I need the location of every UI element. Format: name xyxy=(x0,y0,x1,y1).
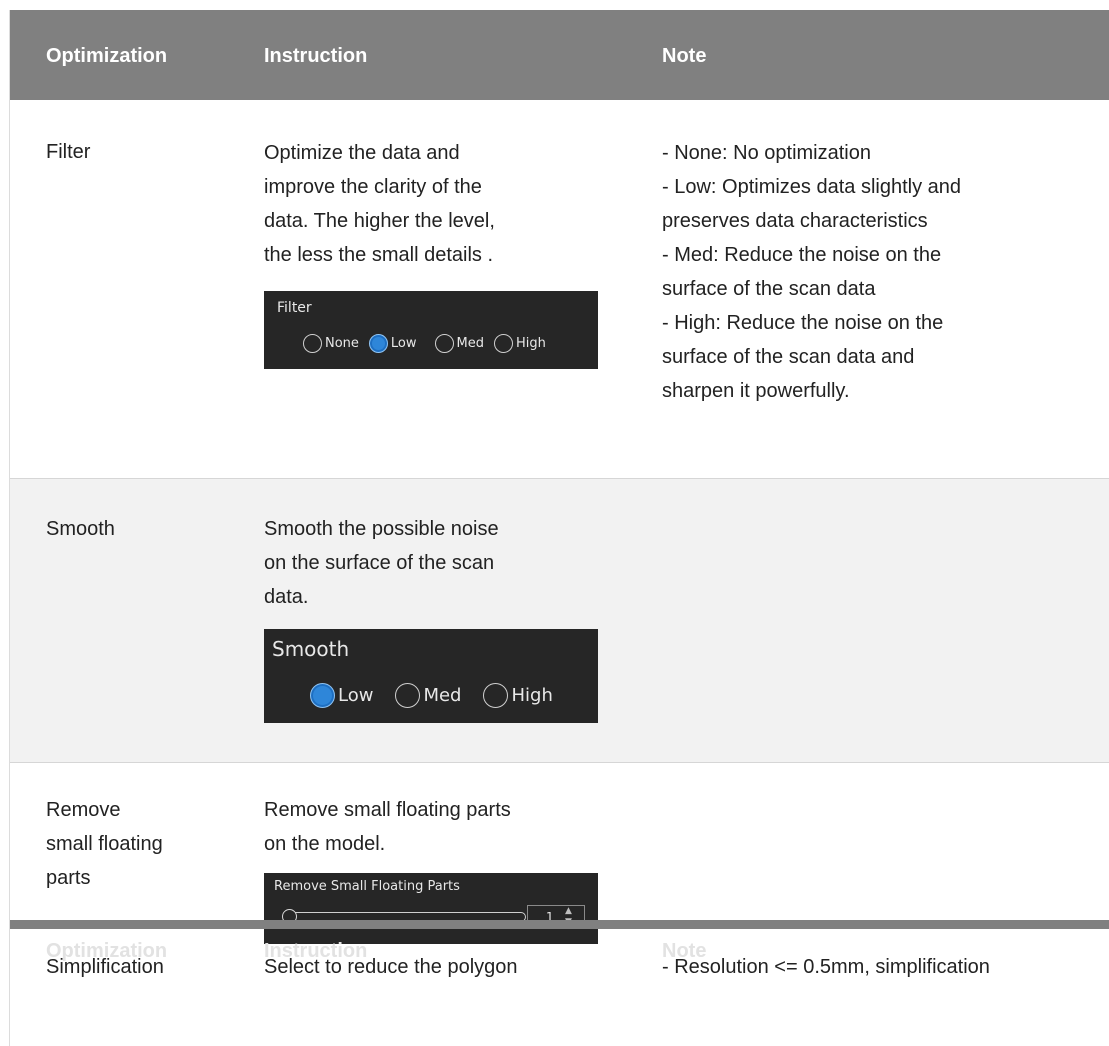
radio-icon xyxy=(303,334,322,353)
radio-icon xyxy=(494,334,513,353)
row-instruction: Remove small floating parts on the model… xyxy=(264,799,511,855)
smooth-widget-title: Smooth xyxy=(272,637,350,661)
header-note: Note xyxy=(662,45,707,67)
radio-icon xyxy=(434,334,454,353)
filter-option-high[interactable]: High xyxy=(494,334,546,353)
table-row-smooth: Smooth Smooth the possible noise on the … xyxy=(10,478,1109,763)
filter-widget: Filter None Low Med High xyxy=(264,291,598,369)
filter-option-none[interactable]: None xyxy=(303,334,359,353)
radio-selected-icon xyxy=(368,334,388,353)
radio-selected-icon xyxy=(310,683,335,708)
smooth-radio-group: Low Med High xyxy=(310,683,553,708)
row-note: - Resolution <= 0.5mm, simplification xyxy=(662,956,990,978)
smooth-option-med[interactable]: Med xyxy=(395,683,461,708)
row-instruction: Optimize the data and improve the clarit… xyxy=(264,142,495,266)
filter-option-med[interactable]: Med xyxy=(434,334,484,353)
stepper-up-icon[interactable]: ▲ xyxy=(565,906,572,916)
row-instruction: Smooth the possible noise on the surface… xyxy=(264,518,499,608)
table-row-simplification: Optimization Instruction Note Simplifica… xyxy=(10,920,1109,1046)
smooth-option-high[interactable]: High xyxy=(483,683,553,708)
radio-icon xyxy=(395,683,421,708)
row-instruction: Select to reduce the polygon xyxy=(264,956,518,978)
row-name: Smooth xyxy=(46,518,115,540)
table-row-remove-small-floating-parts: Remove small floating parts Remove small… xyxy=(10,762,1109,944)
smooth-widget: Smooth Low Med High xyxy=(264,629,598,723)
optimization-table: Optimization Instruction Note Filter Opt… xyxy=(9,10,1109,1046)
radio-icon xyxy=(483,683,509,708)
filter-widget-title: Filter xyxy=(277,300,312,316)
remove-floating-widget-title: Remove Small Floating Parts xyxy=(274,879,460,894)
row-name: Simplification xyxy=(46,956,164,978)
row-name: Remove small floating parts xyxy=(46,799,163,889)
filter-radio-group: None Low Med High xyxy=(303,334,546,353)
row-name: Filter xyxy=(46,141,91,163)
table-header: Optimization Instruction Note xyxy=(10,10,1109,100)
filter-option-low[interactable]: Low xyxy=(368,334,417,353)
sticky-header-band xyxy=(10,920,1109,929)
header-instruction: Instruction xyxy=(264,45,368,67)
row-note: - None: No optimization - Low: Optimizes… xyxy=(662,142,962,402)
smooth-option-low[interactable]: Low xyxy=(310,683,373,708)
header-optimization: Optimization xyxy=(46,45,168,67)
table-row-filter: Filter Optimize the data and improve the… xyxy=(10,100,1109,478)
